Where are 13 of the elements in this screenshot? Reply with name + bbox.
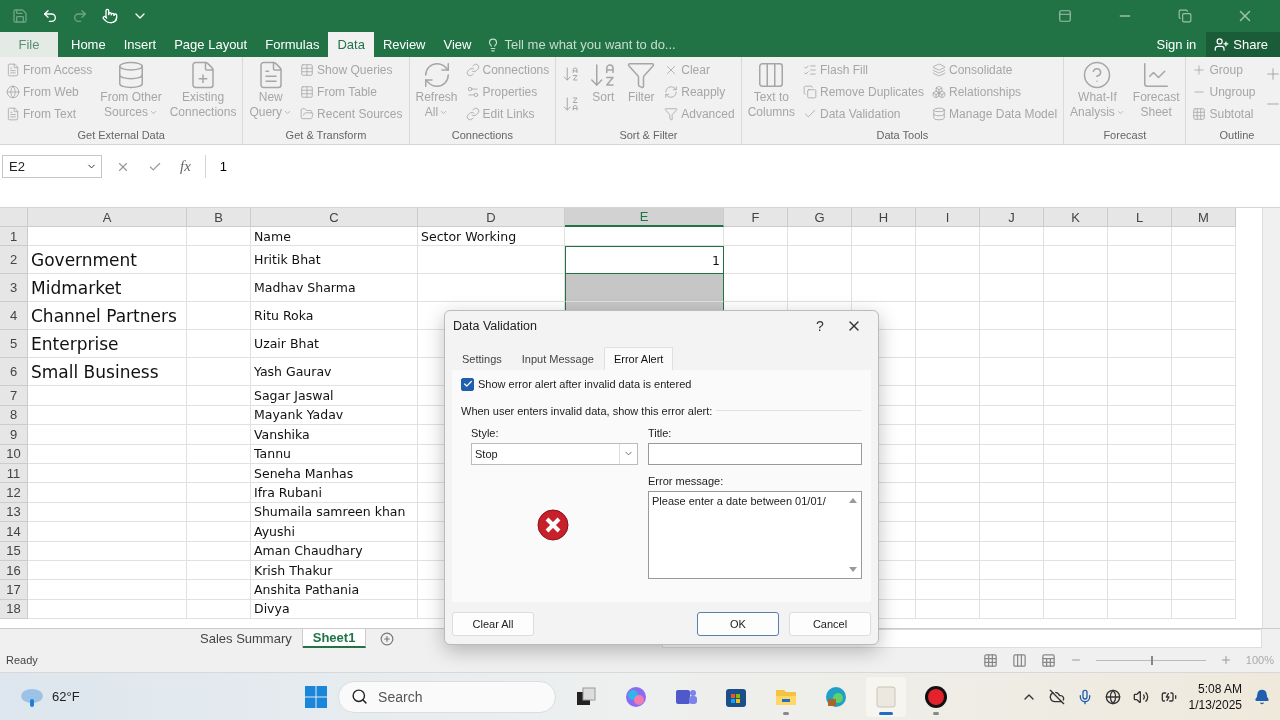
dialog-title: Data Validation bbox=[453, 318, 538, 333]
group-title: Get & Transform bbox=[284, 129, 368, 143]
section-label: When user enters invalid data, show this error alert: bbox=[461, 404, 713, 417]
group-title: Connections bbox=[450, 129, 514, 143]
title-label: Title: bbox=[648, 426, 673, 439]
group-title: Outline bbox=[1218, 129, 1256, 143]
group-title: Forecast bbox=[1102, 129, 1148, 143]
status-text: Ready bbox=[6, 654, 38, 666]
group-title: Get External Data bbox=[76, 129, 166, 143]
group-title: Data Tools bbox=[875, 129, 930, 143]
error-message-label: Error message: bbox=[648, 474, 725, 487]
style-label: Style: bbox=[471, 426, 499, 439]
group-title: Sort & Filter bbox=[618, 129, 679, 143]
